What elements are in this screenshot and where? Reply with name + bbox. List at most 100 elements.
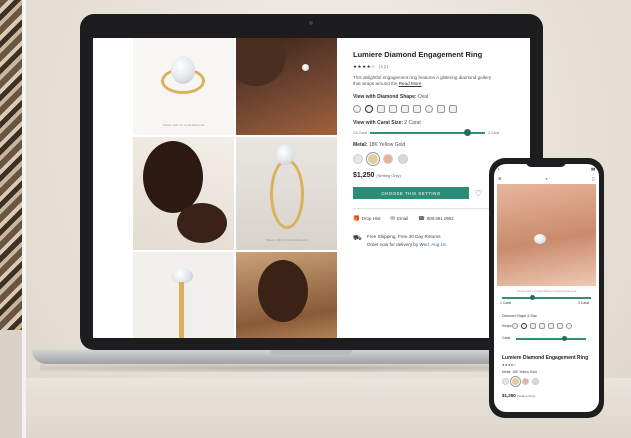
gallery-caption: Shown with 2.0 Carat Diamond (162, 123, 205, 127)
review-count: (12) (378, 64, 389, 69)
phone-shape-oval[interactable] (521, 323, 527, 329)
phone-nav: ☰ ⌕ ◻ (498, 176, 595, 181)
ring-band (270, 159, 304, 229)
laptop-notch (270, 350, 352, 355)
phone-icon: ☎ (418, 216, 425, 222)
gallery-image-ring[interactable]: Shown with 2.0 Carat Diamond (133, 38, 234, 135)
diamond (534, 234, 546, 244)
shape-cushion[interactable] (377, 105, 385, 113)
shipping-line-2: Order now for delivery by Wed, Aug 16. (367, 242, 447, 247)
ring-shank (179, 282, 184, 338)
carat-value: 2 Carat (404, 120, 421, 126)
metal-white-gold[interactable] (353, 154, 363, 164)
rating-stars: ★★★★☆ (353, 64, 376, 69)
shape-oval[interactable] (365, 105, 373, 113)
divider (353, 208, 493, 209)
phone-status-bar: • ▮▮ (498, 167, 595, 171)
phone-price: $1,250 (Setting Only) (502, 393, 535, 398)
carat-slider[interactable] (369, 129, 485, 136)
carat-slider-thumb[interactable] (464, 129, 472, 136)
shape-marquise[interactable] (449, 105, 457, 113)
phone-shape-options (512, 323, 572, 329)
phone-notch (526, 160, 566, 167)
phone-caption: Shown with 2.0 Carat Diamond Round Diamo… (516, 289, 577, 293)
diamond (276, 145, 294, 165)
gift-icon: 🎁 (353, 216, 360, 222)
camera-icon (309, 21, 313, 25)
phone-slider-thumb[interactable] (530, 295, 535, 300)
phone-carat-row-label: Carat (502, 336, 511, 340)
model-face (258, 260, 308, 322)
drop-hint-link[interactable]: 🎁 Drop Hint (353, 216, 380, 222)
phone-size-slider[interactable] (502, 295, 591, 300)
carat-max: 3 Carat (487, 131, 500, 135)
shape-round[interactable] (353, 105, 361, 113)
model-face (236, 38, 286, 86)
shape-emerald[interactable] (401, 105, 409, 113)
gallery-image-ring-profile[interactable] (133, 252, 234, 338)
bag-icon[interactable]: ◻ (592, 176, 595, 181)
phone-metal-white[interactable] (502, 378, 509, 385)
phone-price-note: (Setting Only) (517, 394, 536, 398)
price-value: $1,250 (353, 172, 375, 179)
gallery-image-model-2[interactable] (236, 252, 337, 338)
menu-icon[interactable]: ☰ (498, 176, 502, 181)
diamond (171, 56, 195, 84)
metal-platinum[interactable] (398, 154, 408, 164)
phone-product-title: Lumiere Diamond Engagement Ring (502, 355, 589, 361)
phone-shape-emerald[interactable] (548, 323, 554, 329)
search-icon[interactable]: ⌕ (546, 176, 548, 181)
gallery-image-model[interactable] (133, 137, 234, 250)
phone-shape-cushion[interactable] (530, 323, 536, 329)
phone-shape-princess[interactable] (539, 323, 545, 329)
choose-setting-button[interactable]: CHOOSE THIS SETTING (353, 187, 469, 199)
phone-rating: ★★★★☆ (502, 363, 517, 367)
phone-carat-slider[interactable] (516, 336, 586, 341)
metal-label: Metal: 18K Yellow Gold (353, 142, 523, 148)
phone-hero-image[interactable] (497, 184, 596, 286)
shipping-prefix: Order now for delivery by (366, 242, 419, 247)
shape-radiant[interactable] (413, 105, 421, 113)
shipping-date: Wed, Aug 16. (419, 242, 447, 247)
phone-shape-label: Diamond Shape & Size (502, 314, 538, 318)
heart-icon[interactable]: ♡ (475, 189, 482, 198)
phone-shape-radiant[interactable] (557, 323, 563, 329)
rating[interactable]: ★★★★☆ (12) (353, 64, 523, 70)
description-text: This delightful engagement ring features… (353, 75, 492, 86)
email-label: Email (397, 216, 408, 221)
model-face (143, 141, 203, 213)
product-gallery: Shown with 2.0 Carat Diamond Shown with … (93, 38, 337, 338)
shape-pear[interactable] (425, 105, 433, 113)
phone-metal-yellow[interactable] (510, 376, 521, 387)
phone-metal-options (502, 376, 539, 387)
shape-asscher[interactable] (437, 105, 445, 113)
phone-shape-row-label: Shape (502, 324, 512, 328)
phone-shape-round[interactable] (512, 323, 518, 329)
truck-icon: ⛟ (353, 235, 362, 242)
diamond (302, 64, 309, 71)
mail-icon: ✉ (390, 216, 396, 222)
carat-slider-row: 1/3 Carat 3 Carat (353, 129, 523, 136)
phone-link[interactable]: ☎ 800.691.0952 (418, 216, 454, 222)
read-more-link[interactable]: Read More (399, 81, 422, 86)
phone-carat-thumb[interactable] (562, 336, 567, 341)
gallery-image-hand[interactable] (236, 38, 337, 135)
phone-shape-pear[interactable] (566, 323, 572, 329)
metal-value: 18K Yellow Gold (368, 142, 406, 148)
phone-metal-label: Metal: 18K Yellow Gold (502, 370, 537, 374)
drop-hint-label: Drop Hint (361, 216, 381, 221)
carat-min: 1/3 Carat (353, 131, 367, 135)
email-link[interactable]: ✉ Email (390, 216, 408, 222)
shape-label: View with Diamond Shape: Oval (353, 94, 523, 100)
phone-size-min: 1 Carat (500, 301, 512, 305)
gallery-image-ring-side[interactable]: Shown with 1.5 Carat Diamond (236, 137, 337, 250)
phone-metal-rose[interactable] (522, 378, 529, 385)
metal-yellow-gold[interactable] (366, 152, 380, 166)
shape-princess[interactable] (389, 105, 397, 113)
shipping-line-1: Free Shipping, Free 30 Day Returns (366, 234, 441, 239)
carat-label-text: View with Carat Size: (353, 120, 403, 126)
phone-metal-platinum[interactable] (532, 378, 539, 385)
phone-price-value: $1,250 (502, 393, 516, 398)
phone-screen: • ▮▮ ☰ ⌕ ◻ Shown with 2.0 Carat Diamond … (494, 164, 599, 412)
metal-rose-gold[interactable] (383, 154, 393, 164)
